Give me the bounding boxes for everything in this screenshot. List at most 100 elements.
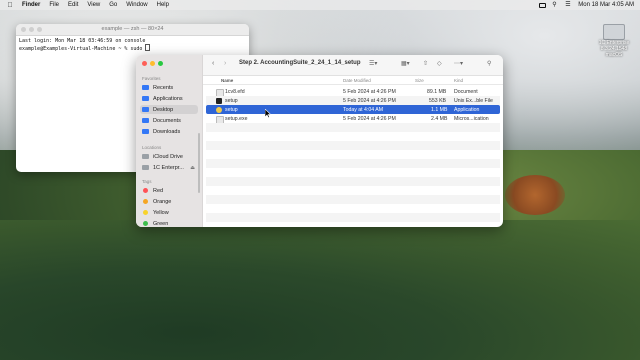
sidebar-tag-yellow[interactable]: Yellow [140,208,198,217]
menu-view[interactable]: View [87,2,100,8]
sidebar-item-label: iCloud Drive [153,153,183,160]
terminal-output[interactable]: Last login: Mon Mar 18 03:46:59 on conso… [16,36,249,54]
back-icon[interactable]: ‹ [212,60,214,67]
menu-bar:  Finder File Edit View Go Window Help ⚲… [0,0,640,10]
group-icon[interactable]: ▦▾ [401,60,410,67]
menu-window[interactable]: Window [126,2,147,8]
menu-go[interactable]: Go [109,2,117,8]
menu-edit[interactable]: Edit [68,2,78,8]
minimize-button[interactable] [150,61,155,66]
file-name: setup [225,106,238,113]
menu-help[interactable]: Help [157,2,169,8]
sidebar-item-1c-enterprise[interactable]: 1C Enterpr... ⏏ [140,163,198,172]
menu-clock[interactable]: Mon 18 Mar 4:05 AM [578,2,634,8]
sidebar-scrollbar[interactable] [198,133,200,193]
file-size: 1.1 MB [431,106,448,113]
sidebar-item-downloads[interactable]: Downloads [140,127,198,136]
sidebar-item-label: Downloads [153,128,181,135]
text-cursor-icon [145,44,151,51]
file-name: 1cv8.efd [225,88,245,95]
wallpaper-autumn-tree [505,175,565,215]
sidebar-item-label: Documents [153,117,181,124]
control-center-icon[interactable]: ☰ [565,2,572,8]
column-date-modified[interactable]: Date Modified [343,78,371,83]
terminal-file-icon [216,97,222,104]
file-list: 1cv8.efd 5 Feb 2024 at 4:26 PM 89.1 MB D… [203,85,503,227]
file-kind: Application [454,106,480,113]
tag-dot-icon [143,188,148,193]
eject-icon[interactable]: ⏏ [190,165,195,171]
tag-dot-icon [143,210,148,215]
column-name[interactable]: Name [221,78,233,83]
file-kind: Document [454,88,478,95]
spotlight-icon[interactable]: ⚲ [552,2,559,8]
file-name: setup [225,97,238,104]
empty-row [206,123,500,132]
desktop-icon [142,107,149,112]
forward-icon[interactable]: › [224,60,226,67]
file-date: 5 Feb 2024 at 4:26 PM [343,97,396,104]
sidebar-item-label: Applications [153,95,183,102]
terminal-title: example — zsh — 80×24 [101,26,164,32]
tag-dot-icon [143,221,148,226]
table-row[interactable]: 1cv8.efd 5 Feb 2024 at 4:26 PM 89.1 MB D… [206,87,500,97]
search-icon[interactable]: ⚲ [487,60,491,67]
sidebar-item-applications[interactable]: Applications [140,94,198,103]
empty-row [206,159,500,168]
file-date: Today at 4:04 AM [343,106,384,113]
file-date: 5 Feb 2024 at 4:26 PM [343,115,396,122]
sidebar-item-label: Green [153,220,169,227]
table-row[interactable]: setup Today at 4:04 AM 1.1 MB Applicatio… [206,105,500,114]
sidebar-tag-orange[interactable]: Orange [140,197,198,206]
sidebar-item-label: Red [153,187,164,194]
sidebar-item-label: 1C Enterpr... [153,164,184,171]
window-title: Step 2. AccountingSuite_2_24_1_14_setup [239,60,361,66]
column-kind[interactable]: Kind [454,78,463,83]
desktop-disk-icon[interactable]: 1C Enterprise 8.3.24.1548 macOS [592,24,636,58]
finder-sidebar: Favorites Recents Applications Desktop D… [136,55,203,227]
screen-mirroring-icon[interactable] [539,2,547,8]
sidebar-item-recents[interactable]: Recents [140,83,198,92]
locations-header: Locations [142,145,162,150]
terminal-line-1: Last login: Mon Mar 18 03:46:59 on conso… [19,38,146,44]
zoom-button[interactable] [158,61,163,66]
finder-window[interactable]: Favorites Recents Applications Desktop D… [136,55,503,227]
table-row[interactable]: setup 5 Feb 2024 at 4:26 PM 553 KB Unix … [206,96,500,105]
tags-header: Tags [142,179,152,184]
sidebar-item-icloud-drive[interactable]: iCloud Drive [140,152,198,161]
app-menu-finder[interactable]: Finder [22,2,40,8]
menu-file[interactable]: File [49,2,59,8]
sidebar-item-label: Desktop [153,106,174,113]
view-list-icon[interactable]: ☰▾ [369,60,377,67]
share-icon[interactable]: ⇧ [423,60,428,67]
file-name: setup.exe [225,115,248,122]
apple-menu-icon[interactable]:  [6,2,14,9]
more-actions-icon[interactable]: ⋯▾ [454,60,463,67]
file-size: 2.4 MB [431,115,448,122]
file-date: 5 Feb 2024 at 4:26 PM [343,88,396,95]
finder-toolbar: ‹ › Step 2. AccountingSuite_2_24_1_14_se… [203,55,503,76]
favorites-header: Favorites [142,76,161,81]
disk-image-icon [603,24,625,40]
sidebar-tag-red[interactable]: Red [140,186,198,195]
clock-icon [142,85,149,90]
table-row[interactable]: setup.exe 5 Feb 2024 at 4:26 PM 2.4 MB M… [206,114,500,124]
application-icon [216,106,222,113]
sidebar-item-documents[interactable]: Documents [140,116,198,125]
sidebar-item-label: Yellow [153,209,169,216]
terminal-titlebar[interactable]: example — zsh — 80×24 [16,24,249,36]
document-icon [142,118,149,123]
column-size[interactable]: Size [415,78,424,83]
file-size: 89.1 MB [427,88,447,95]
sidebar-tag-green[interactable]: Green [140,219,198,227]
terminal-line-2: example@Examples-Virtual-Machine ~ % sud… [19,46,146,52]
file-kind: Unix Ex...ble File [454,97,493,104]
empty-row [206,195,500,204]
empty-row [206,177,500,186]
disk-label-line2: 8.3.24.1548 macOS [600,46,628,58]
sidebar-item-desktop[interactable]: Desktop [140,105,198,114]
tag-icon[interactable]: ◇ [437,60,442,67]
close-button[interactable] [142,61,147,66]
file-size: 553 KB [429,97,447,104]
wallpaper-forest [0,220,640,360]
